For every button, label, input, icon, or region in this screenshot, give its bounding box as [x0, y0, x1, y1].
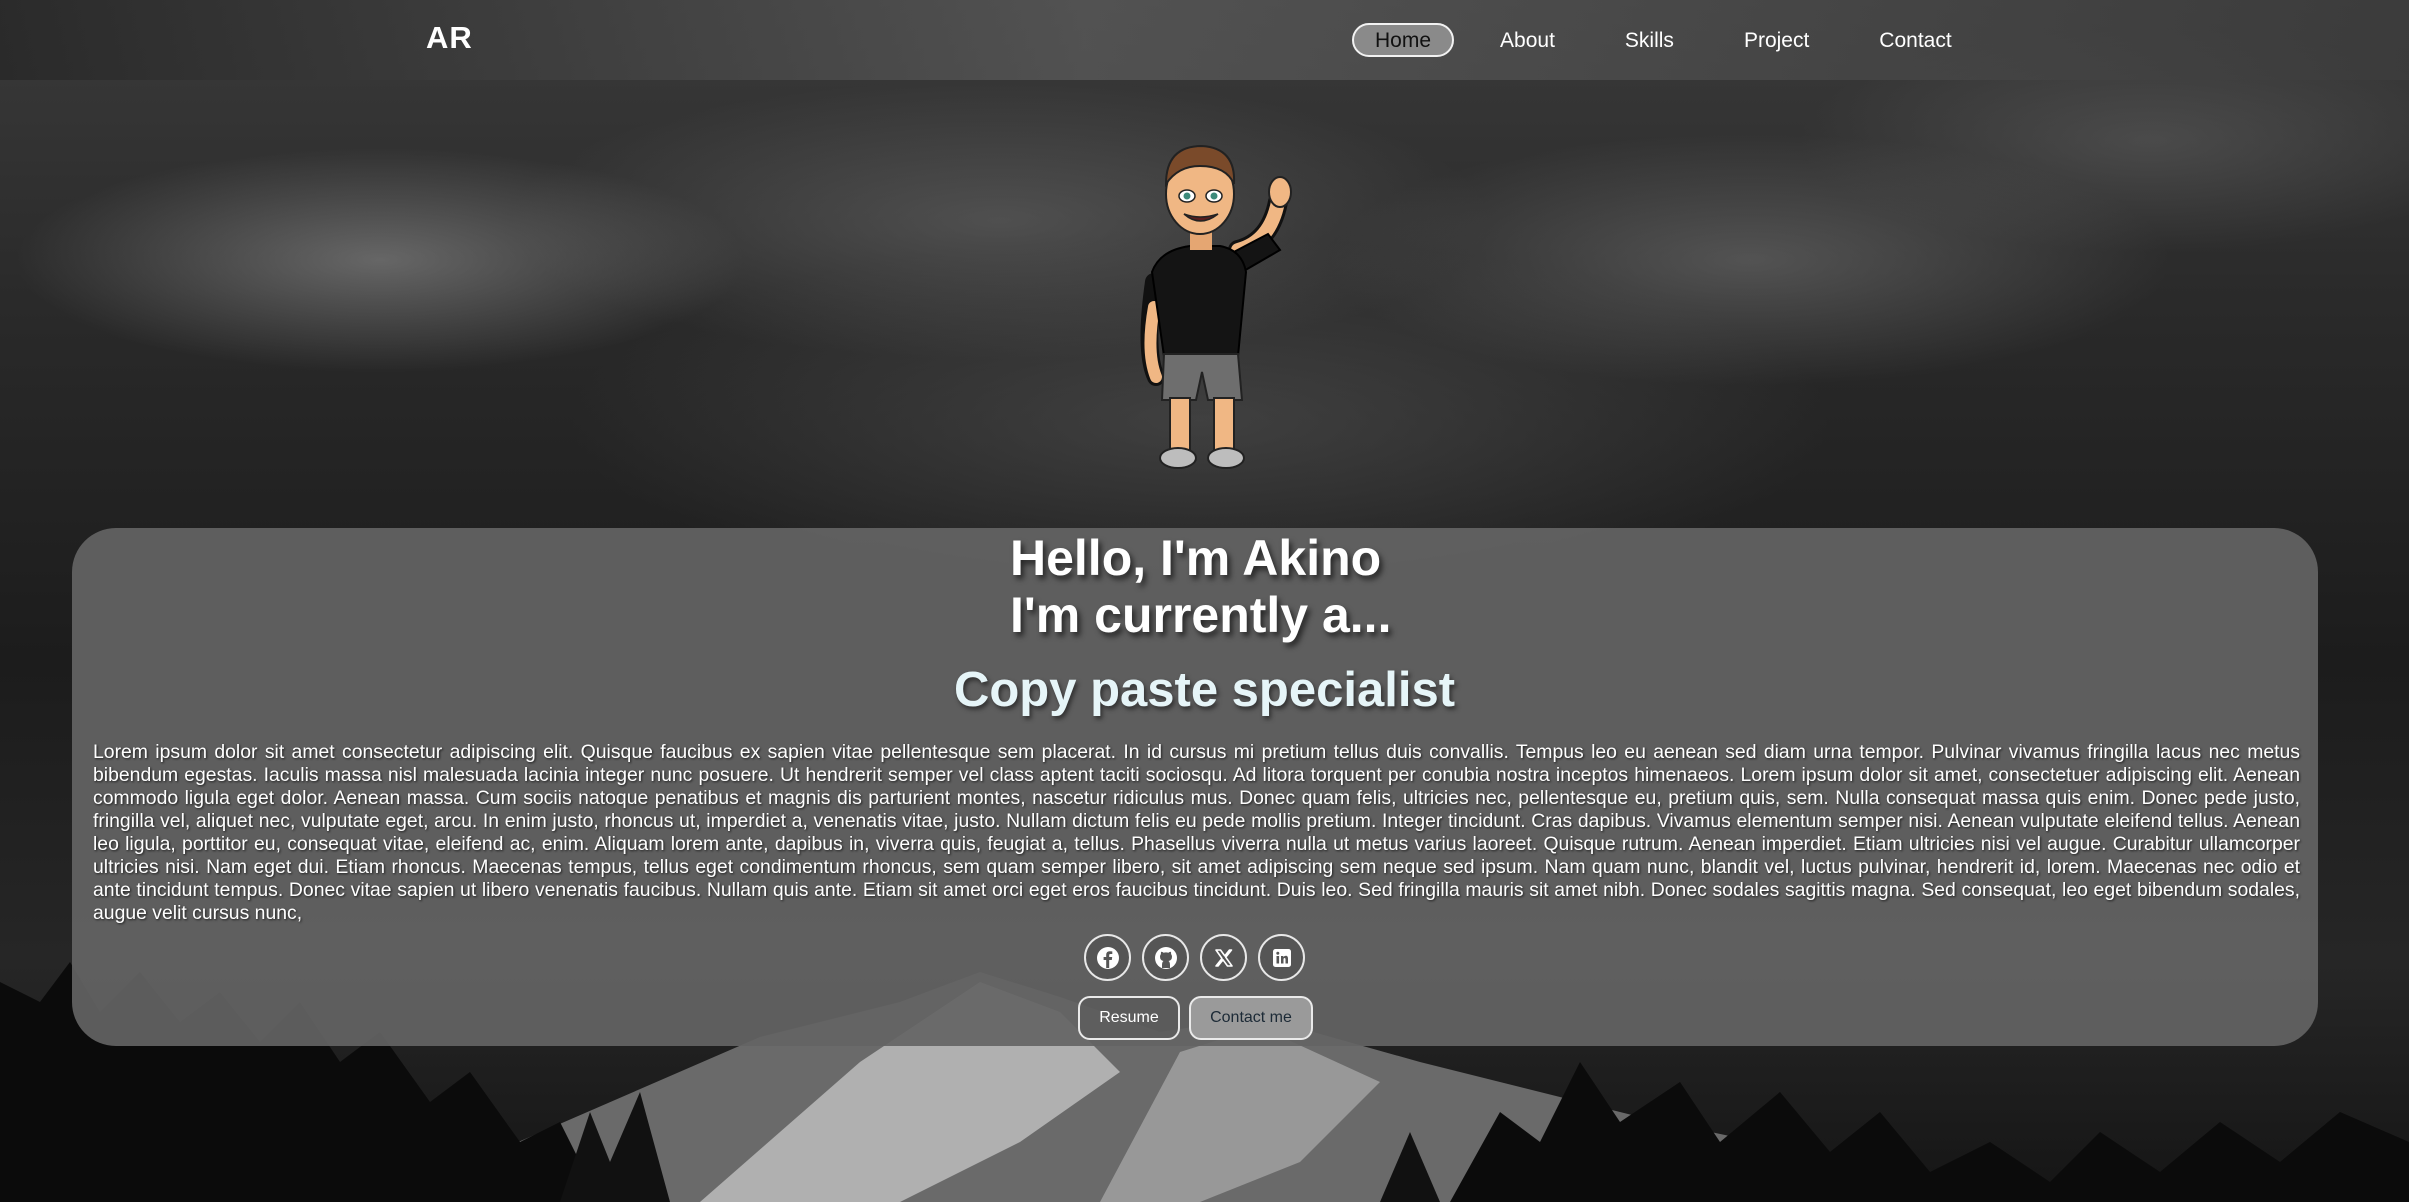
facebook-link[interactable]	[1084, 934, 1131, 981]
bio-paragraph: Lorem ipsum dolor sit amet consectetur a…	[93, 741, 2300, 924]
facebook-icon	[1096, 946, 1119, 969]
site-logo[interactable]: AR	[426, 20, 473, 56]
nav-link-about[interactable]: About	[1476, 23, 1579, 57]
github-icon	[1154, 946, 1177, 969]
role-title: Copy paste specialist	[953, 663, 1456, 717]
cta-buttons: Resume Contact me	[1078, 996, 1313, 1040]
x-icon	[1214, 948, 1233, 967]
github-link[interactable]	[1142, 934, 1189, 981]
greeting-line-1: Hello, I'm Akino	[1010, 530, 1382, 586]
x-link[interactable]	[1200, 934, 1247, 981]
greeting: Hello, I'm Akino I'm currently a...	[1010, 530, 1391, 644]
nav-links: Home About Skills Project Contact	[1352, 23, 1998, 57]
nav-link-home[interactable]: Home	[1352, 23, 1455, 57]
top-navbar: AR Home About Skills Project Contact	[0, 0, 2409, 80]
nav-link-project[interactable]: Project	[1720, 23, 1833, 57]
waving-avatar	[1140, 144, 1292, 469]
resume-button[interactable]: Resume	[1078, 996, 1180, 1040]
contact-me-button[interactable]: Contact me	[1189, 996, 1313, 1040]
nav-link-skills[interactable]: Skills	[1601, 23, 1698, 57]
nav-link-contact[interactable]: Contact	[1855, 23, 1975, 57]
linkedin-link[interactable]	[1258, 934, 1305, 981]
social-links	[1084, 934, 1316, 981]
linkedin-icon	[1272, 948, 1291, 967]
greeting-line-2: I'm currently a...	[1010, 587, 1392, 643]
